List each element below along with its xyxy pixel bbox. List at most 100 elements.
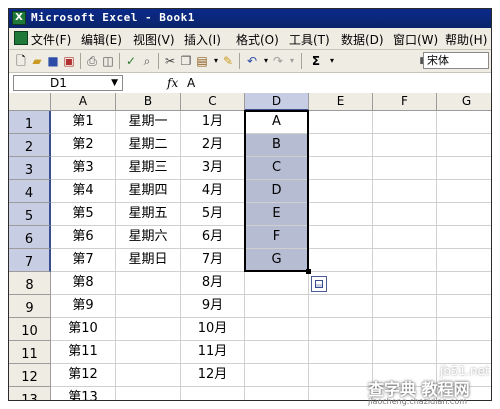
cell-g11[interactable] <box>437 341 491 364</box>
cell-a11[interactable]: 第11 <box>51 341 116 364</box>
cell-c11[interactable]: 11月 <box>181 341 245 364</box>
row-header-1[interactable]: 1 <box>9 111 51 134</box>
row-header-4[interactable]: 4 <box>9 180 51 203</box>
cell-b7[interactable]: 星期日 <box>116 249 181 272</box>
spelling-icon[interactable]: ✓ <box>124 54 138 68</box>
cell-c3[interactable]: 3月 <box>181 157 245 180</box>
cell-b5[interactable]: 星期五 <box>116 203 181 226</box>
cell-d3[interactable]: C <box>245 157 309 180</box>
cell-f4[interactable] <box>373 180 437 203</box>
cell-d9[interactable] <box>245 295 309 318</box>
row-header-3[interactable]: 3 <box>9 157 51 180</box>
cell-g8[interactable] <box>437 272 491 295</box>
row-header-6[interactable]: 6 <box>9 226 51 249</box>
auto-fill-options-icon[interactable] <box>311 276 327 292</box>
print-preview-icon[interactable]: ◫ <box>101 54 115 68</box>
cell-d1[interactable]: A <box>245 111 309 134</box>
cell-d5[interactable]: E <box>245 203 309 226</box>
cell-g3[interactable] <box>437 157 491 180</box>
cell-a2[interactable]: 第2 <box>51 134 116 157</box>
cell-g9[interactable] <box>437 295 491 318</box>
cell-c1[interactable]: 1月 <box>181 111 245 134</box>
undo-icon[interactable]: ↶ <box>245 54 259 68</box>
row-header-11[interactable]: 11 <box>9 341 51 364</box>
cell-d11[interactable] <box>245 341 309 364</box>
cell-a8[interactable]: 第8 <box>51 272 116 295</box>
permission-icon[interactable]: ▣ <box>62 54 76 68</box>
cell-d2[interactable]: B <box>245 134 309 157</box>
column-header-e[interactable]: E <box>309 93 373 111</box>
cell-f6[interactable] <box>373 226 437 249</box>
insert-function-icon[interactable]: fx <box>167 76 178 90</box>
cell-g1[interactable] <box>437 111 491 134</box>
menu-data[interactable]: 数据(D) <box>341 31 384 48</box>
formula-input[interactable]: A <box>187 76 195 90</box>
excel-app-icon[interactable]: X <box>12 11 26 25</box>
save-icon[interactable]: ■ <box>46 54 60 68</box>
name-box[interactable]: D1 ▼ <box>13 75 123 91</box>
cell-d6[interactable]: F <box>245 226 309 249</box>
cell-c12[interactable]: 12月 <box>181 364 245 387</box>
column-header-c[interactable]: C <box>181 93 245 111</box>
cell-f8[interactable] <box>373 272 437 295</box>
cell-e10[interactable] <box>309 318 373 341</box>
print-icon[interactable]: ⎙ <box>85 54 99 68</box>
cell-g6[interactable] <box>437 226 491 249</box>
cell-f9[interactable] <box>373 295 437 318</box>
cell-f10[interactable] <box>373 318 437 341</box>
menu-help[interactable]: 帮助(H) <box>445 31 487 48</box>
row-header-10[interactable]: 10 <box>9 318 51 341</box>
cell-b8[interactable] <box>116 272 181 295</box>
name-box-dropdown-icon[interactable]: ▼ <box>111 76 118 90</box>
cell-f3[interactable] <box>373 157 437 180</box>
workbook-icon[interactable] <box>14 31 28 45</box>
cell-g7[interactable] <box>437 249 491 272</box>
cell-g10[interactable] <box>437 318 491 341</box>
menu-file[interactable]: 文件(F) <box>31 31 71 48</box>
cell-d12[interactable] <box>245 364 309 387</box>
row-header-8[interactable]: 8 <box>9 272 51 295</box>
format-painter-icon[interactable]: ✎ <box>221 54 235 68</box>
redo-icon[interactable]: ↷ <box>271 54 285 68</box>
cell-b4[interactable]: 星期四 <box>116 180 181 203</box>
cell-e2[interactable] <box>309 134 373 157</box>
research-icon[interactable]: ⌕ <box>140 54 154 68</box>
cell-f11[interactable] <box>373 341 437 364</box>
cell-a7[interactable]: 第7 <box>51 249 116 272</box>
row-header-9[interactable]: 9 <box>9 295 51 318</box>
cell-b1[interactable]: 星期一 <box>116 111 181 134</box>
cell-c2[interactable]: 2月 <box>181 134 245 157</box>
cell-a13[interactable]: 第13 <box>51 387 116 400</box>
cell-a10[interactable]: 第10 <box>51 318 116 341</box>
autosum-dropdown-icon[interactable]: ▾ <box>325 54 339 68</box>
cell-e6[interactable] <box>309 226 373 249</box>
cut-icon[interactable]: ✂ <box>163 54 177 68</box>
cell-c7[interactable]: 7月 <box>181 249 245 272</box>
autosum-icon[interactable]: Σ <box>309 54 323 68</box>
cell-f2[interactable] <box>373 134 437 157</box>
cell-b2[interactable]: 星期二 <box>116 134 181 157</box>
cell-e1[interactable] <box>309 111 373 134</box>
cell-a5[interactable]: 第5 <box>51 203 116 226</box>
menu-window[interactable]: 窗口(W) <box>393 31 438 48</box>
cell-e4[interactable] <box>309 180 373 203</box>
cell-e7[interactable] <box>309 249 373 272</box>
cell-f7[interactable] <box>373 249 437 272</box>
menu-format[interactable]: 格式(O) <box>236 31 279 48</box>
cell-d13[interactable] <box>245 387 309 400</box>
cell-b9[interactable] <box>116 295 181 318</box>
cell-e9[interactable] <box>309 295 373 318</box>
cell-c5[interactable]: 5月 <box>181 203 245 226</box>
cell-e11[interactable] <box>309 341 373 364</box>
cell-c9[interactable]: 9月 <box>181 295 245 318</box>
paste-icon[interactable]: ▤ <box>195 54 209 68</box>
row-header-2[interactable]: 2 <box>9 134 51 157</box>
cell-e12[interactable] <box>309 364 373 387</box>
cell-a12[interactable]: 第12 <box>51 364 116 387</box>
cell-b6[interactable]: 星期六 <box>116 226 181 249</box>
column-header-g[interactable]: G <box>437 93 491 111</box>
cell-a3[interactable]: 第3 <box>51 157 116 180</box>
copy-icon[interactable]: ❐ <box>179 54 193 68</box>
cell-e5[interactable] <box>309 203 373 226</box>
cell-a1[interactable]: 第1 <box>51 111 116 134</box>
